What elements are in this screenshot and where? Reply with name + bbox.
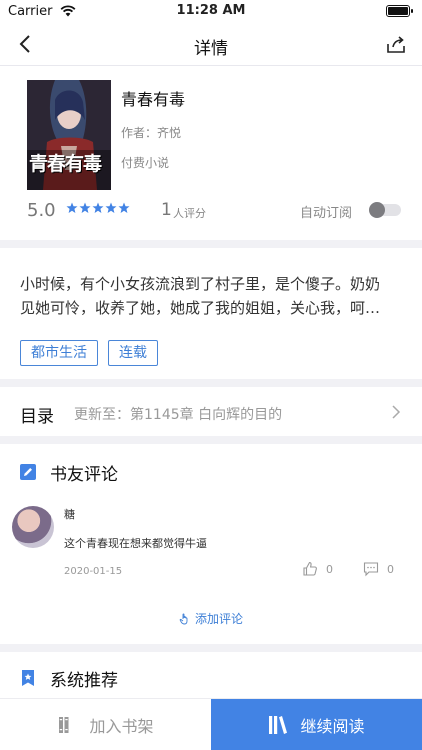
bottom-action-bar: 加入书架 继续阅读	[0, 698, 422, 750]
star-icon	[118, 202, 130, 213]
star-icon	[66, 202, 78, 213]
clock: 11:28 AM	[176, 3, 246, 18]
reply-button[interactable]: 0	[363, 561, 394, 577]
add-to-shelf-label: 加入书架	[89, 717, 154, 736]
comment-date: 2020-01-15	[64, 566, 123, 577]
comments-title: 书友评论	[50, 464, 118, 485]
continue-reading-button[interactable]: 继续阅读	[211, 699, 422, 750]
toc-latest-chapter: 更新至：第1145章 白向辉的目的	[74, 407, 283, 423]
bookshelf-icon	[59, 717, 69, 733]
chevron-right-icon	[392, 405, 401, 419]
battery-icon	[386, 5, 413, 17]
section-divider	[0, 436, 422, 444]
rating-unit: 人评分	[173, 207, 206, 220]
table-of-contents-row[interactable]: 目录 更新至：第1145章 白向辉的目的	[0, 389, 422, 435]
like-button[interactable]: 0	[302, 561, 333, 577]
rating-stars	[66, 202, 130, 214]
reply-count: 0	[387, 562, 394, 576]
section-divider	[0, 644, 422, 652]
bookmark-star-icon	[22, 670, 34, 686]
comment-icon	[363, 562, 379, 577]
add-comment-button[interactable]: 添加评论	[0, 610, 422, 627]
book-title: 青春有毒	[121, 90, 186, 109]
star-icon	[92, 202, 104, 213]
add-to-shelf-button[interactable]: 加入书架	[0, 699, 211, 750]
intro-line: 小时候，有个小女孩流浪到了村子里，是个傻子。奶奶	[20, 275, 381, 293]
auto-subscribe-toggle[interactable]	[369, 202, 401, 218]
book-info: 青春有毒 青春有毒 作者：齐悦 付费小说 5.0 1 人评分 自动订阅	[0, 66, 422, 240]
thumbs-up-icon	[303, 561, 317, 576]
continue-reading-label: 继续阅读	[300, 717, 365, 736]
avatar[interactable]	[12, 506, 54, 548]
toggle-knob	[369, 202, 385, 218]
tag-list: 都市生活 连载	[20, 340, 158, 366]
tag-genre[interactable]: 都市生活	[20, 340, 98, 366]
edit-icon	[20, 464, 36, 480]
author-label: 作者：	[121, 126, 158, 140]
comment-username: 糖	[64, 508, 75, 521]
author-name[interactable]: 齐悦	[157, 126, 181, 140]
recommend-title: 系统推荐	[50, 670, 118, 691]
book-type: 付费小说	[121, 156, 170, 170]
tag-status[interactable]: 连载	[108, 340, 158, 366]
star-icon	[105, 202, 117, 213]
book-cover: 青春有毒	[27, 80, 111, 190]
recommend-header: 系统推荐	[20, 666, 118, 691]
author-row: 作者：齐悦	[121, 124, 181, 141]
intro-line: 见她可怜，收养了她，她成了我的姐姐，关心我，呵…	[20, 299, 381, 317]
comments-header: 书友评论	[20, 460, 118, 485]
auto-subscribe-label: 自动订阅	[300, 206, 353, 221]
page-title: 详情	[194, 39, 228, 59]
star-icon	[79, 202, 91, 213]
share-icon[interactable]	[384, 32, 408, 56]
comment-text: 这个青春现在想来都觉得牛逼	[64, 537, 207, 550]
cover-title-text: 青春有毒	[29, 153, 102, 175]
nav-bar: 详情	[0, 24, 422, 66]
like-count: 0	[326, 562, 333, 576]
rating-count: 1	[161, 200, 172, 220]
section-divider	[0, 379, 422, 387]
section-divider	[0, 240, 422, 248]
add-comment-label: 添加评论	[194, 612, 243, 626]
hand-pointer-icon	[179, 613, 188, 624]
score-value: 5.0	[27, 200, 56, 221]
book-intro[interactable]: 小时候，有个小女孩流浪到了村子里，是个傻子。奶奶 见她可怜，收养了她，她成了我的…	[20, 272, 404, 320]
toc-title: 目录	[20, 407, 54, 427]
status-bar: Carrier 11:28 AM	[0, 0, 422, 24]
library-icon	[269, 716, 288, 734]
